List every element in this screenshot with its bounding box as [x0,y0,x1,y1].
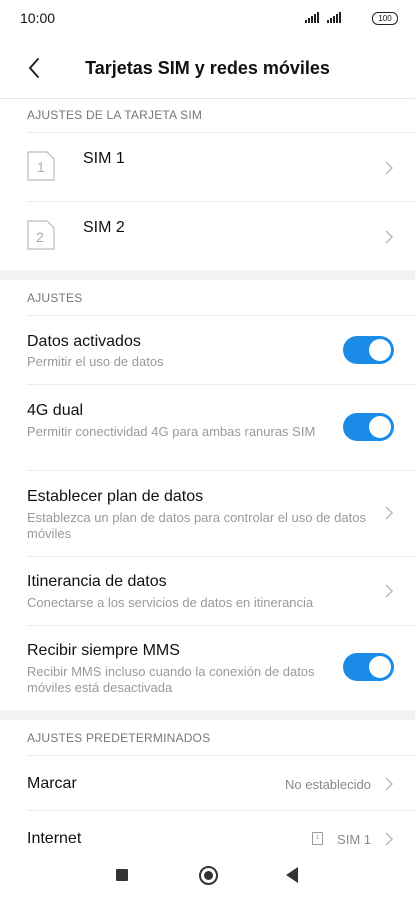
row-title: Datos activados [27,333,141,350]
status-bar: 10:00 100 [0,0,415,38]
row-title: Recibir siempre MMS [27,642,180,659]
row-subtitle: Permitir el uso de datos [27,354,164,369]
section-label-sim: AJUSTES DE LA TARJETA SIM [27,108,203,122]
sim-label: SIM 2 [83,219,125,236]
row-title: Marcar [27,775,77,792]
section-gap [0,270,415,280]
chevron-right-icon [385,230,394,244]
sim-badge-icon: 1 [312,832,323,845]
always-mms-row: Recibir siempre MMS Recibir MMS incluso … [0,626,415,710]
row-title: Itinerancia de datos [27,573,167,590]
divider [0,98,415,99]
always-mms-toggle[interactable] [343,653,394,681]
home-circle-icon[interactable] [199,866,218,885]
row-title: Internet [27,830,82,847]
default-call-value: No establecido [285,777,371,792]
chevron-right-icon [385,506,394,520]
row-subtitle: Recibir MMS incluso cuando la conexión d… [27,664,315,695]
row-subtitle: Establezca un plan de datos para control… [27,510,366,541]
row-title: 4G dual [27,402,84,419]
signal-icon [305,12,319,23]
dual-4g-row: 4G dual Permitir conectividad 4G para am… [0,385,415,470]
app-header: Tarjetas SIM y redes móviles [0,38,415,98]
default-internet-value: SIM 1 [337,832,371,847]
dual-4g-toggle[interactable] [343,413,394,441]
sim-2-row[interactable]: 2 SIM 2 [0,202,415,270]
row-subtitle: Conectarse a los servicios de datos en i… [27,595,314,610]
chevron-right-icon [385,832,394,846]
page-title: Tarjetas SIM y redes móviles [85,58,330,78]
navigation-bar [0,850,415,900]
chevron-right-icon [385,777,394,791]
sim-label: SIM 1 [83,150,125,167]
recents-square-icon[interactable] [116,869,128,881]
default-internet-row[interactable]: Internet 1 SIM 1 [0,811,415,850]
sim-1-row[interactable]: 1 SIM 1 [0,133,415,201]
sim-number: 2 [36,229,44,245]
battery-icon: 100 [372,12,398,25]
data-roaming-row[interactable]: Itinerancia de datos Conectarse a los se… [0,557,415,625]
mobile-data-toggle[interactable] [343,336,394,364]
data-plan-row[interactable]: Establecer plan de datos Establezca un p… [0,471,415,556]
sim-number: 1 [37,159,45,175]
signal-icon [327,12,341,23]
section-label-settings: AJUSTES [27,291,83,305]
chevron-right-icon [385,161,394,175]
status-time: 10:00 [20,10,56,26]
mobile-data-row: Datos activados Permitir el uso de datos [0,316,415,384]
section-gap [0,710,415,720]
row-title: Establecer plan de datos [27,488,204,505]
section-label-defaults: AJUSTES PREDETERMINADOS [27,731,211,745]
row-subtitle: Permitir conectividad 4G para ambas ranu… [27,424,316,439]
chevron-right-icon [385,584,394,598]
back-triangle-icon[interactable] [286,867,298,883]
default-call-row[interactable]: Marcar No establecido [0,756,415,810]
